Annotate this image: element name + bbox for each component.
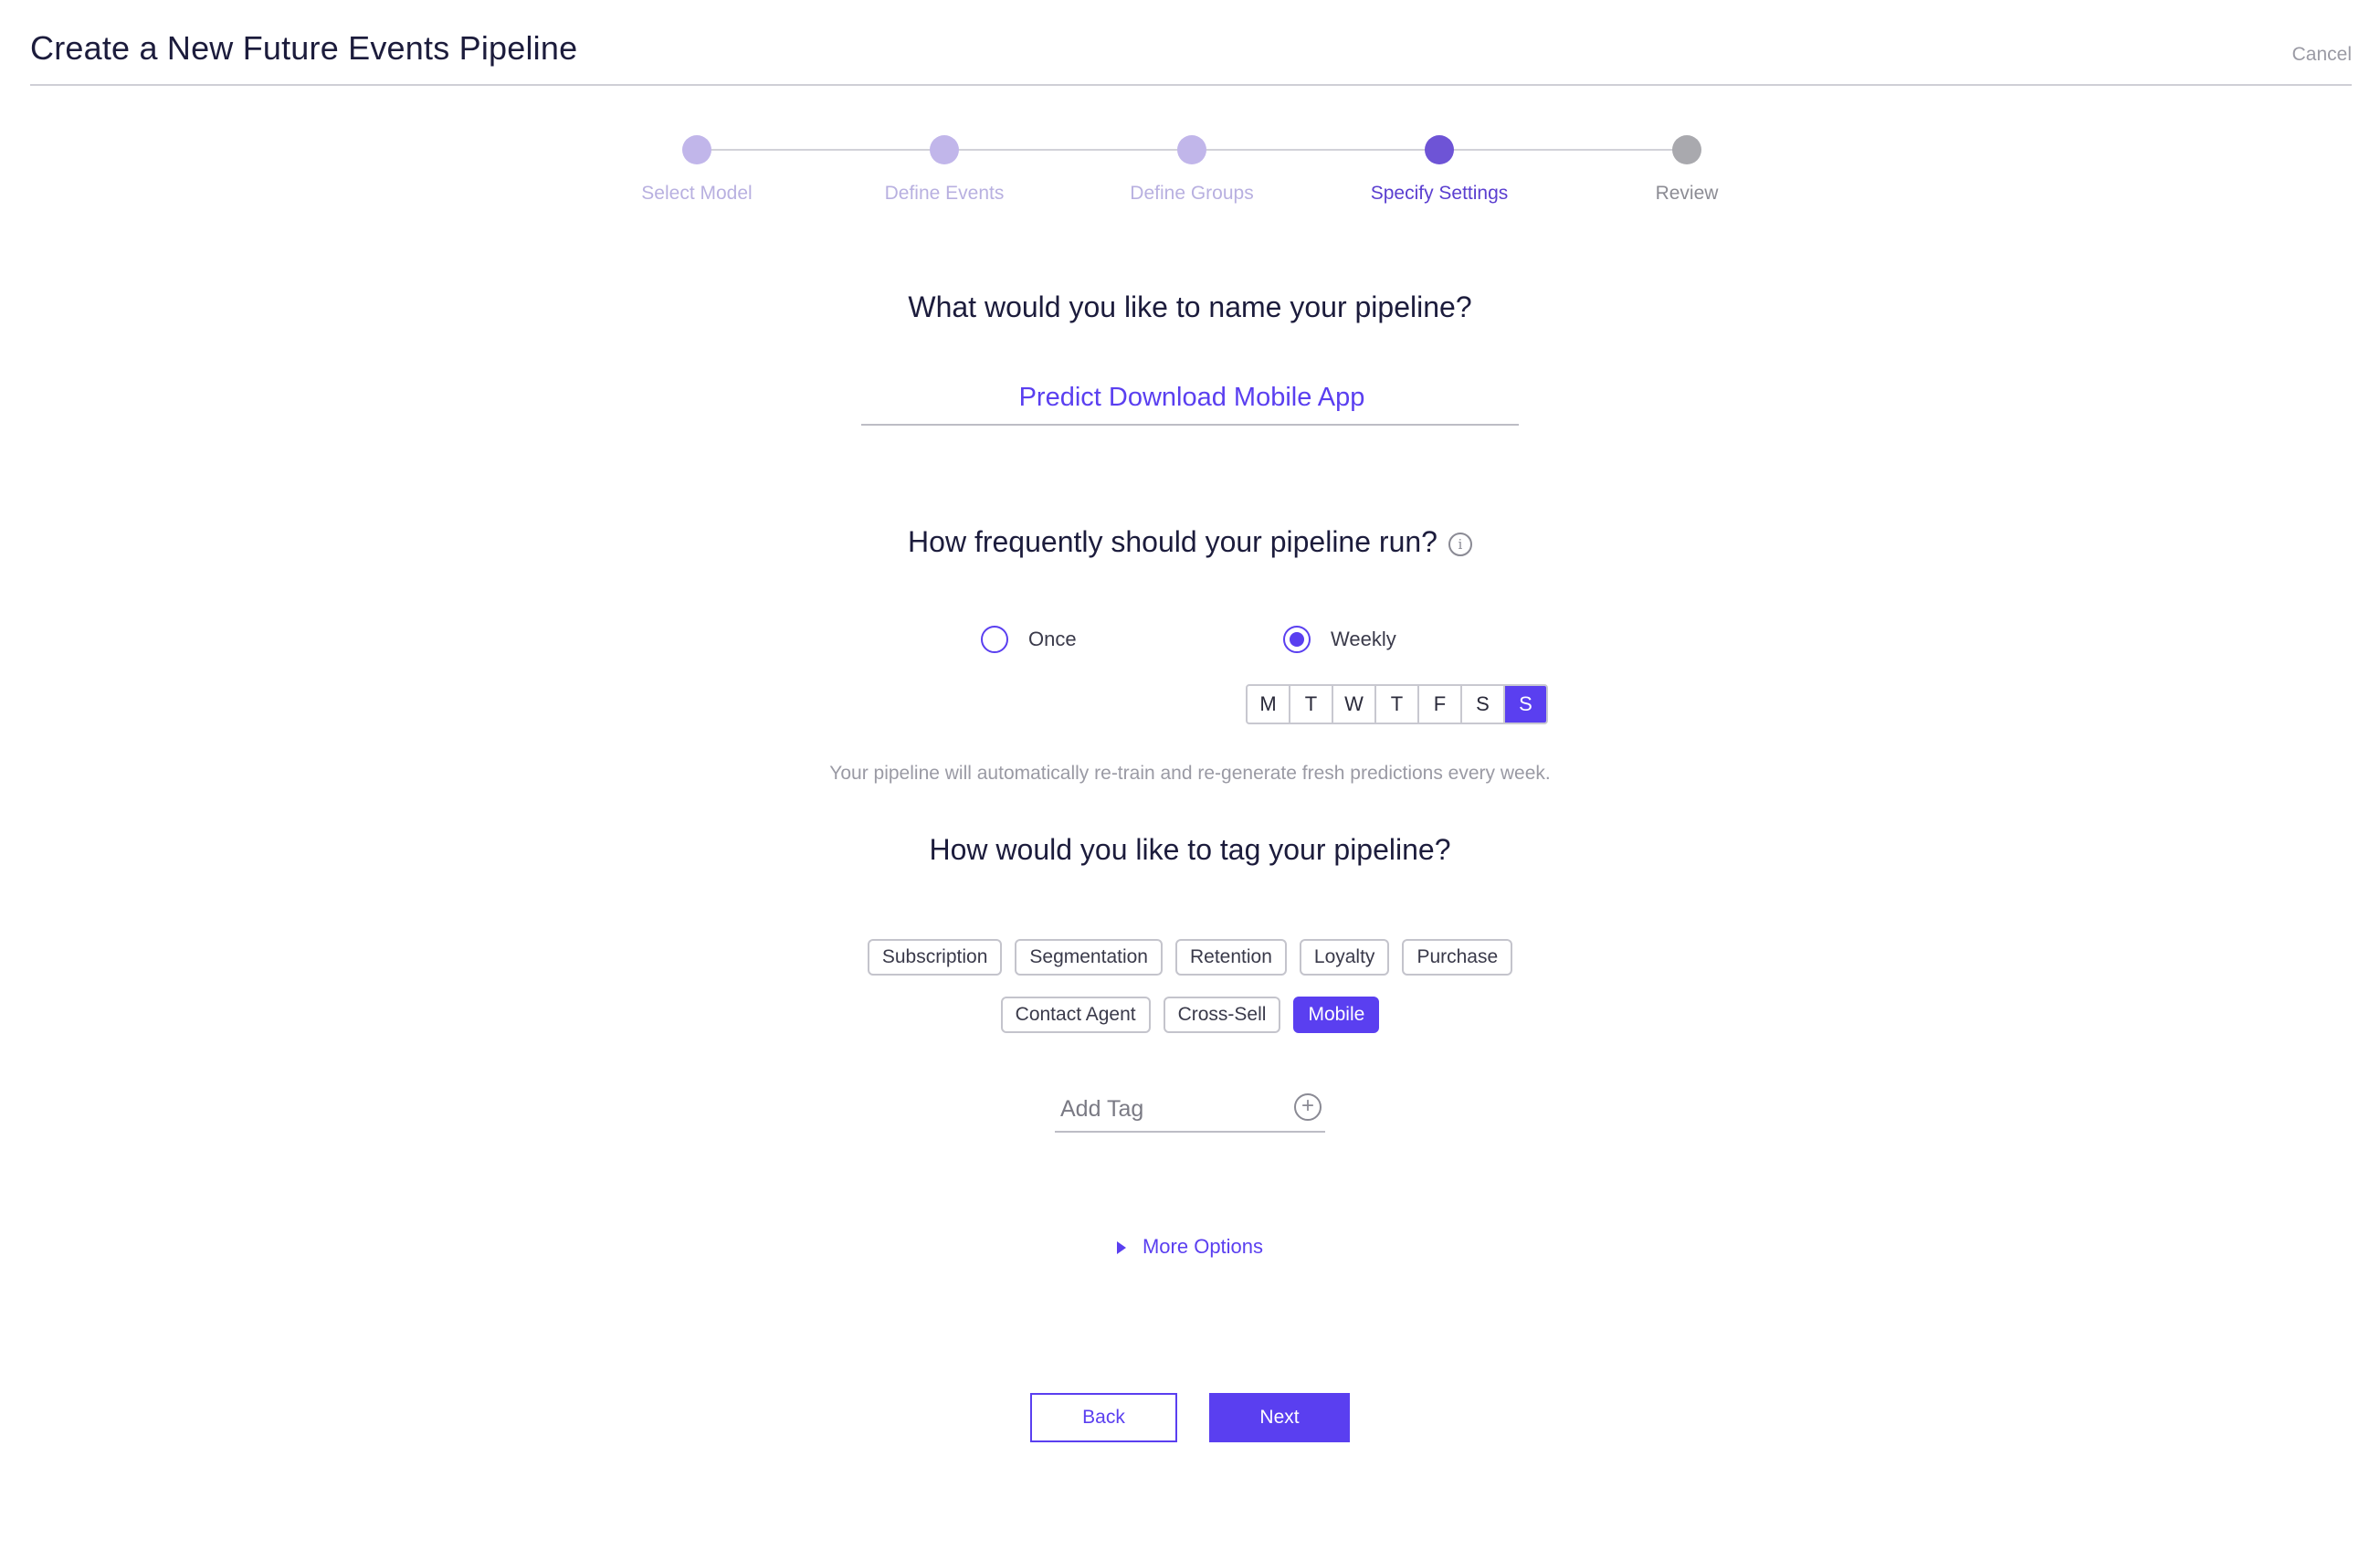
pipeline-name-input[interactable]: [861, 373, 1522, 422]
step-label: Specify Settings: [1370, 183, 1509, 204]
day-friday[interactable]: F: [1419, 686, 1462, 723]
pipeline-name-field: [861, 373, 1522, 426]
page: Create a New Future Events Pipeline Canc…: [0, 0, 2380, 1551]
step-label: Define Groups: [1130, 183, 1254, 204]
more-options-toggle[interactable]: More Options: [0, 1235, 2380, 1259]
tag-loyalty[interactable]: Loyalty: [1299, 939, 1390, 976]
radio-once-circle[interactable]: [981, 626, 1008, 653]
add-tag-input[interactable]: [1058, 1091, 1281, 1127]
step-dot: [1177, 135, 1206, 164]
day-tuesday[interactable]: T: [1290, 686, 1333, 723]
day-sunday[interactable]: S: [1505, 686, 1546, 723]
step-label: Review: [1655, 183, 1719, 204]
stepper: Select Model Define Events Define Groups…: [0, 128, 2380, 219]
day-saturday[interactable]: S: [1462, 686, 1505, 723]
radio-weekly-label: Weekly: [1331, 628, 1396, 650]
step-label: Select Model: [641, 183, 753, 204]
info-icon[interactable]: i: [1448, 532, 1472, 556]
step-label: Define Events: [884, 183, 1005, 204]
more-options-label: More Options: [1142, 1235, 1264, 1258]
frequency-helper-text: Your pipeline will automatically re-trai…: [829, 763, 1551, 784]
tag-cross-sell[interactable]: Cross-Sell: [1163, 997, 1281, 1033]
step-define-events: Define Events: [844, 128, 1045, 205]
step-dot: [1425, 135, 1454, 164]
step-specify-settings: Specify Settings: [1339, 128, 1540, 205]
frequency-question-text: How frequently should your pipeline run?: [908, 525, 1437, 558]
tag-subscription[interactable]: Subscription: [867, 939, 1003, 976]
step-define-groups: Define Groups: [1091, 128, 1292, 205]
tag-mobile[interactable]: Mobile: [1293, 997, 1380, 1033]
header: Create a New Future Events Pipeline Canc…: [30, 26, 2352, 86]
tag-purchase[interactable]: Purchase: [1402, 939, 1513, 976]
step-review: Review: [1586, 128, 1787, 205]
caret-right-icon: [1116, 1241, 1126, 1255]
day-picker: M T W T F S S: [1246, 684, 1548, 724]
plus-circle-icon[interactable]: +: [1294, 1093, 1322, 1121]
day-monday[interactable]: M: [1248, 686, 1290, 723]
radio-once-label: Once: [1028, 628, 1077, 650]
frequency-question: How frequently should your pipeline run?…: [0, 525, 2380, 559]
back-button[interactable]: Back: [1030, 1393, 1177, 1442]
cancel-link[interactable]: Cancel: [2292, 44, 2352, 66]
tag-row-1: Subscription Segmentation Retention Loya…: [0, 939, 2380, 976]
step-select-model: Select Model: [596, 128, 797, 205]
radio-once[interactable]: Once: [981, 626, 1077, 653]
day-thursday[interactable]: T: [1376, 686, 1419, 723]
next-button[interactable]: Next: [1209, 1393, 1350, 1442]
radio-weekly[interactable]: Weekly: [1283, 626, 1396, 653]
tag-contact-agent[interactable]: Contact Agent: [1000, 997, 1151, 1033]
tag-segmentation[interactable]: Segmentation: [1015, 939, 1163, 976]
tag-retention[interactable]: Retention: [1174, 939, 1287, 976]
tag-row-2: Contact Agent Cross-Sell Mobile: [0, 997, 2380, 1033]
step-dot: [682, 135, 711, 164]
name-question: What would you like to name your pipelin…: [908, 290, 1472, 323]
step-dot: [930, 135, 959, 164]
tag-question: How would you like to tag your pipeline?: [929, 833, 1451, 866]
radio-weekly-circle[interactable]: [1283, 626, 1311, 653]
add-tag-field: +: [1055, 1087, 1325, 1133]
page-title: Create a New Future Events Pipeline: [30, 29, 578, 67]
day-wednesday[interactable]: W: [1333, 686, 1376, 723]
step-dot: [1672, 135, 1701, 164]
